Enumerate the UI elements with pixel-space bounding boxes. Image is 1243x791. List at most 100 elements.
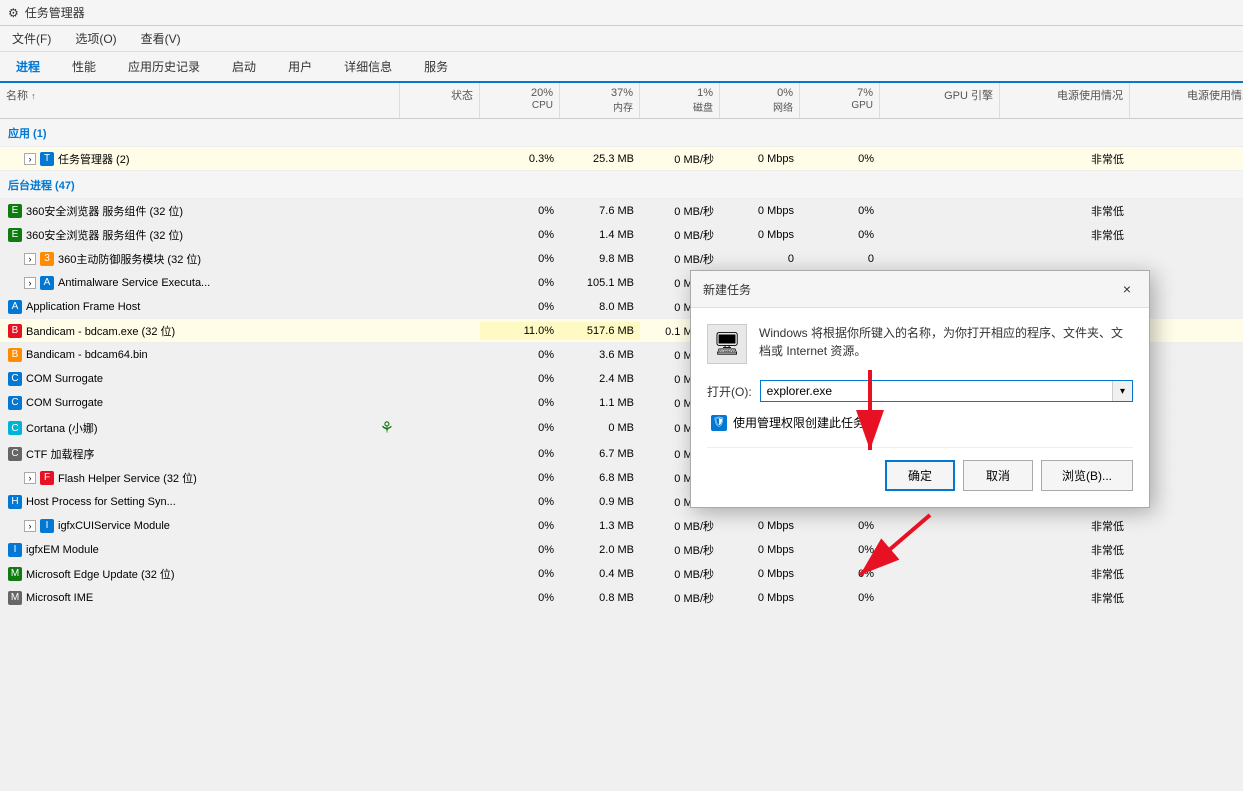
col-header-power-trend[interactable]: 电源使用情况 (1130, 83, 1243, 118)
input-dropdown-arrow[interactable]: ▾ (1112, 381, 1132, 401)
name-msime: Microsoft IME (26, 592, 93, 604)
section-background[interactable]: 后台进程 (47) (0, 171, 1243, 199)
row-task-manager[interactable]: › T 任务管理器 (2) 0.3% 25.3 MB 0 MB/秒 0 Mbps… (0, 147, 1243, 171)
icon-bandicam2: B (8, 348, 22, 362)
input-container: ▾ (760, 380, 1133, 402)
tab-performance[interactable]: 性能 (56, 52, 112, 83)
icon-flash: F (40, 471, 54, 485)
dialog-title-bar: 新建任务 × (691, 271, 1149, 308)
col-header-gpu[interactable]: 7%GPU (800, 83, 880, 118)
row-igfxem[interactable]: I igfxEM Module 0% 2.0 MB 0 MB/秒 0 Mbps … (0, 538, 1243, 562)
tab-process[interactable]: 进程 (0, 52, 56, 83)
name-antimalware: Antimalware Service Executa... (58, 277, 210, 289)
dialog-admin-row: 🛡 使用管理权限创建此任务。 (707, 414, 1133, 431)
expand-igfxcui[interactable]: › (24, 520, 36, 532)
net-task-manager: 0 Mbps (720, 150, 800, 168)
name-bandicam1: Bandicam - bdcam.exe (32 位) (26, 323, 175, 339)
tab-bar: 进程 性能 应用历史记录 启动 用户 详细信息 服务 (0, 52, 1243, 83)
name-cortana: Cortana (小娜) (26, 420, 98, 436)
admin-text: 使用管理权限创建此任务。 (733, 414, 877, 431)
name-hostprocess: Host Process for Setting Syn... (26, 496, 176, 508)
menu-view[interactable]: 查看(V) (137, 28, 185, 49)
disk-task-manager: 0 MB/秒 (640, 148, 720, 170)
tab-services[interactable]: 服务 (408, 52, 464, 83)
menu-options[interactable]: 选项(O) (71, 28, 120, 49)
icon-msedgeupdate: M (8, 567, 22, 581)
row-360-3[interactable]: › 3 360主动防御服务模块 (32 位) 0% 9.8 MB 0 MB/秒 … (0, 247, 1243, 271)
expand-flash[interactable]: › (24, 472, 36, 484)
icon-antimalware: A (40, 276, 54, 290)
name-comsurrogate2: COM Surrogate (26, 397, 103, 409)
row-msime[interactable]: M Microsoft IME 0% 0.8 MB 0 MB/秒 0 Mbps … (0, 586, 1243, 610)
icon-360-1: E (8, 204, 22, 218)
name-task-manager: 任务管理器 (2) (58, 151, 130, 167)
name-flash: Flash Helper Service (32 位) (58, 470, 197, 486)
menu-file[interactable]: 文件(F) (8, 28, 55, 49)
icon-360-3: 3 (40, 252, 54, 266)
ok-button[interactable]: 确定 (885, 460, 955, 491)
dialog-close-button[interactable]: × (1117, 279, 1137, 299)
tab-users[interactable]: 用户 (272, 52, 328, 83)
row-igfxcui[interactable]: › I igfxCUIService Module 0% 1.3 MB 0 MB… (0, 514, 1243, 538)
col-header-disk[interactable]: 1%磁盘 (640, 83, 720, 118)
icon-comsurrogate2: C (8, 396, 22, 410)
cpu-task-manager: 0.3% (480, 150, 560, 168)
leaf-icon: ⚘ (380, 418, 394, 438)
power-task-manager: 非常低 (1000, 148, 1130, 170)
section-apps-label: 应用 (1) (8, 125, 47, 141)
dialog-icon-row: 🖥 Windows 将根据你所键入的名称，为你打开相应的程序、文件夹、文档或 I… (707, 324, 1133, 364)
shield-icon: 🛡 (711, 415, 727, 431)
col-header-status[interactable]: 状态 (400, 83, 480, 118)
row-360-1[interactable]: E 360安全浏览器 服务组件 (32 位) 0% 7.6 MB 0 MB/秒 … (0, 199, 1243, 223)
title-bar: ⚙ 任务管理器 (0, 0, 1243, 26)
dialog-body: 🖥 Windows 将根据你所键入的名称，为你打开相应的程序、文件夹、文档或 I… (691, 308, 1149, 507)
browse-button[interactable]: 浏览(B)... (1041, 460, 1133, 491)
name-appframe: Application Frame Host (26, 301, 140, 313)
name-igfxcui: igfxCUIService Module (58, 520, 170, 532)
col-header-name[interactable]: 名称 ↑ (0, 83, 400, 118)
mem-task-manager: 25.3 MB (560, 150, 640, 168)
expand-360-3[interactable]: › (24, 253, 36, 265)
icon-task-manager: T (40, 152, 54, 166)
icon-cortana: C (8, 421, 22, 435)
col-header-cpu[interactable]: 20%CPU (480, 83, 560, 118)
expand-task-manager[interactable]: › (24, 153, 36, 165)
icon-360-2: E (8, 228, 22, 242)
col-header-power[interactable]: 电源使用情况 (1000, 83, 1130, 118)
menu-bar: 文件(F) 选项(O) 查看(V) (0, 26, 1243, 52)
dialog-button-row: 确定 取消 浏览(B)... (707, 447, 1133, 491)
icon-hostprocess: H (8, 495, 22, 509)
icon-msime: M (8, 591, 22, 605)
tab-details[interactable]: 详细信息 (328, 52, 408, 83)
row-msedgeupdate[interactable]: M Microsoft Edge Update (32 位) 0% 0.4 MB… (0, 562, 1243, 586)
icon-comsurrogate1: C (8, 372, 22, 386)
open-input[interactable] (761, 381, 1112, 401)
expand-antimalware[interactable]: › (24, 277, 36, 289)
icon-igfxcui: I (40, 519, 54, 533)
name-ctf: CTF 加载程序 (26, 446, 94, 462)
table-header: 名称 ↑ 状态 20%CPU 37%内存 1%磁盘 0%网络 7%GPU GPU… (0, 83, 1243, 119)
col-header-mem[interactable]: 37%内存 (560, 83, 640, 118)
app-icon: ⚙ (8, 6, 19, 20)
row-360-2[interactable]: E 360安全浏览器 服务组件 (32 位) 0% 1.4 MB 0 MB/秒 … (0, 223, 1243, 247)
section-apps[interactable]: 应用 (1) (0, 119, 1243, 147)
tab-startup[interactable]: 启动 (216, 52, 272, 83)
new-task-dialog: 新建任务 × 🖥 Windows 将根据你所键入的名称，为你打开相应的程序、文件… (690, 270, 1150, 508)
dialog-field-row: 打开(O): ▾ (707, 380, 1133, 402)
name-bandicam2: Bandicam - bdcam64.bin (26, 349, 148, 361)
open-label: 打开(O): (707, 383, 752, 400)
name-comsurrogate1: COM Surrogate (26, 373, 103, 385)
name-360-2: 360安全浏览器 服务组件 (32 位) (26, 227, 183, 243)
col-header-net[interactable]: 0%网络 (720, 83, 800, 118)
name-360-3: 360主动防御服务模块 (32 位) (58, 251, 201, 267)
title-text: 任务管理器 (25, 4, 85, 21)
dialog-description: Windows 将根据你所键入的名称，为你打开相应的程序、文件夹、文档或 Int… (759, 324, 1133, 360)
name-msedgeupdate: Microsoft Edge Update (32 位) (26, 566, 175, 582)
section-bg-label: 后台进程 (47) (8, 177, 75, 193)
tab-app-history[interactable]: 应用历史记录 (112, 52, 216, 83)
cancel-button[interactable]: 取消 (963, 460, 1033, 491)
icon-ctf: C (8, 447, 22, 461)
col-header-gpu-engine[interactable]: GPU 引擎 (880, 83, 1000, 118)
icon-igfxem: I (8, 543, 22, 557)
icon-bandicam1: B (8, 324, 22, 338)
